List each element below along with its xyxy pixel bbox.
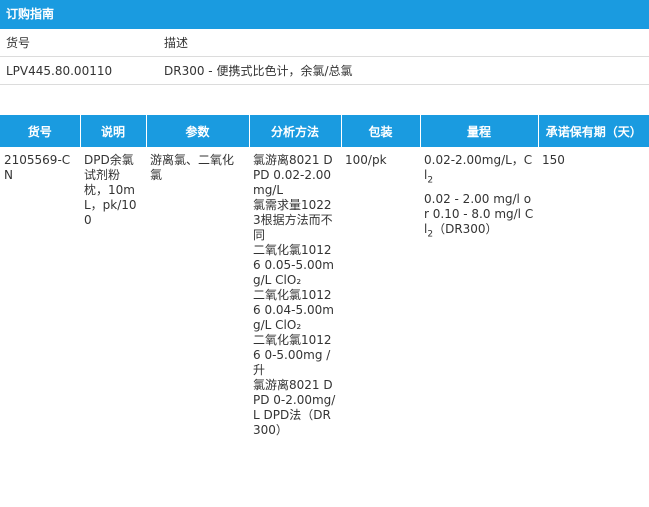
range-text: 0.02-2.00mg/L，Cl (424, 153, 533, 182)
table-row: 2105569-CN DPD余氯试剂粉枕，10mL，pk/100 游离氯、二氧化… (0, 147, 649, 438)
range-line-1: 0.02-2.00mg/L，Cl2 (424, 153, 534, 188)
product-header-row: 货号 说明 参数 分析方法 包装 量程 承诺保有期（天） (0, 115, 649, 147)
range-line-2: 0.02 - 2.00 mg/l or 0.10 - 8.0 mg/l Cl2（… (424, 192, 534, 242)
cell-description: DPD余氯试剂粉枕，10mL，pk/100 (84, 153, 137, 227)
cell-packaging: 100/pk (345, 153, 387, 167)
description-header: 描述 (158, 29, 649, 57)
method-line: 二氧化氯10126 0.05-5.00mg/L ClO₂ (253, 243, 334, 287)
col-header-shelf-life: 承诺保有期（天） (538, 115, 649, 147)
col-header-method: 分析方法 (249, 115, 342, 147)
method-line: 二氧化氯10126 0-5.00mg /升 (253, 333, 332, 377)
cell-shelf-life: 150 (542, 153, 565, 167)
order-description: DR300 - 便携式比色计，余氯/总氯 (158, 56, 649, 85)
order-guide-header-row: 货号 描述 (0, 29, 649, 57)
col-header-packaging: 包装 (341, 115, 421, 147)
method-line: 二氧化氯10126 0.04-5.00mg/L ClO₂ (253, 288, 334, 332)
order-guide-row: LPV445.80.00110 DR300 - 便携式比色计，余氯/总氯 (0, 56, 649, 85)
range-subscript: 2 (427, 175, 434, 186)
method-line: 氯游离8021 DPD 0.02-2.00mg/L (253, 153, 333, 197)
method-line: 氯游离8021 DPD 0-2.00mg/L DPD法（DR300） (253, 378, 336, 437)
method-line: 氯需求量10223根据方法而不同 (253, 198, 333, 242)
col-header-description: 说明 (80, 115, 147, 147)
order-guide-title: 订购指南 (0, 0, 649, 29)
col-header-range: 量程 (420, 115, 539, 147)
product-table: 货号 说明 参数 分析方法 包装 量程 承诺保有期（天） 2105569-CN … (0, 115, 649, 438)
cell-method: 氯游离8021 DPD 0.02-2.00mg/L 氯需求量10223根据方法而… (249, 147, 341, 438)
order-catalog-no: LPV445.80.00110 (0, 56, 158, 85)
col-header-catalog-no: 货号 (0, 115, 81, 147)
order-guide-table: 货号 描述 LPV445.80.00110 DR300 - 便携式比色计，余氯/… (0, 29, 649, 85)
col-header-parameter: 参数 (146, 115, 250, 147)
cell-range: 0.02-2.00mg/L，Cl2 0.02 - 2.00 mg/l or 0.… (420, 147, 538, 438)
cell-catalog-no: 2105569-CN (4, 153, 71, 182)
catalog-no-header: 货号 (0, 29, 158, 57)
cell-parameter: 游离氯、二氧化氯 (150, 153, 235, 182)
range-suffix: （DR300） (433, 222, 498, 237)
